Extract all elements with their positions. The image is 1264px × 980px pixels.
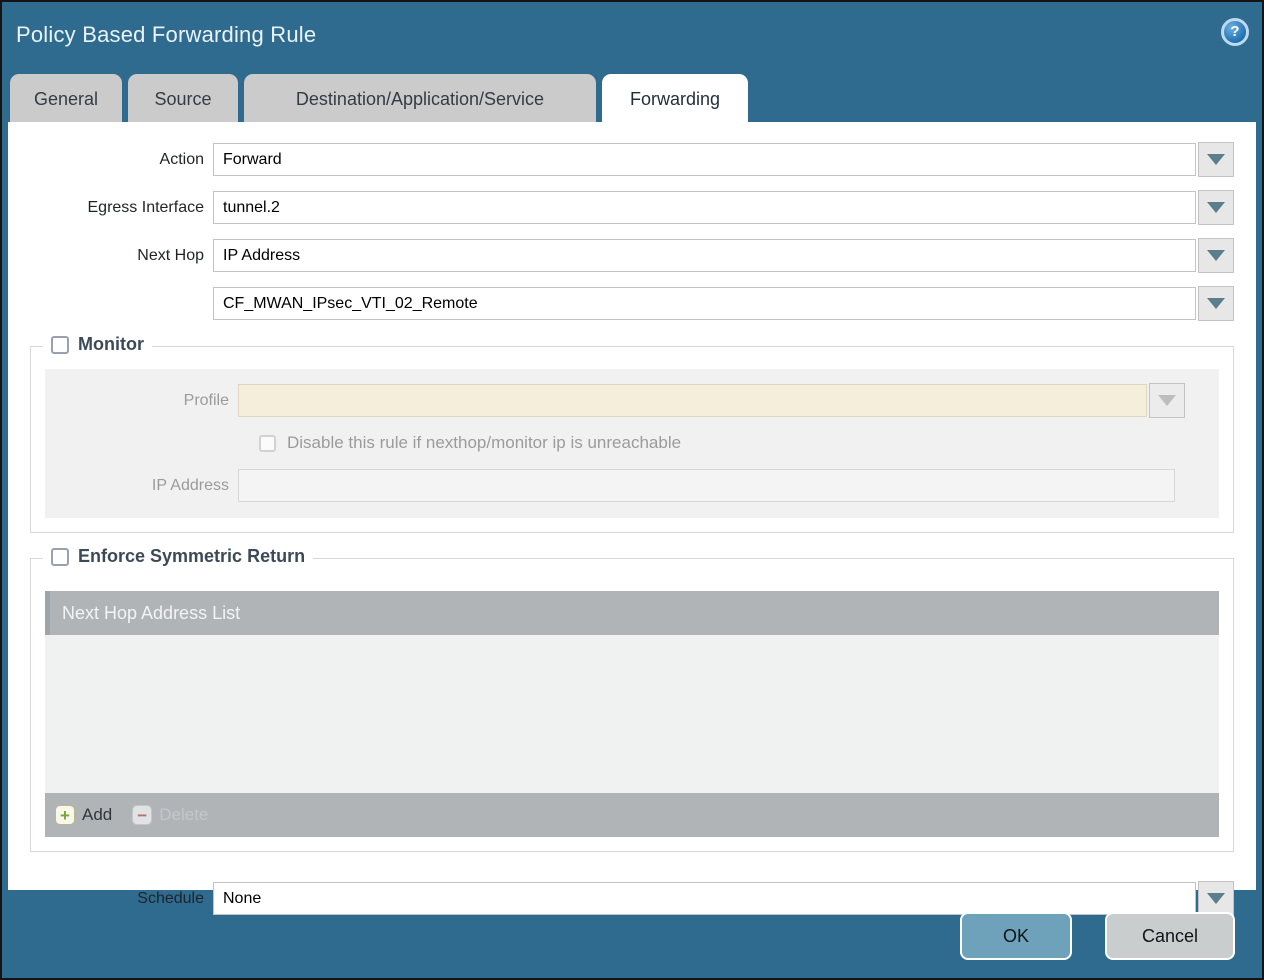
next-hop-address-value: CF_MWAN_IPsec_VTI_02_Remote [223, 295, 478, 313]
policy-based-forwarding-rule-dialog: Policy Based Forwarding Rule ? General S… [0, 0, 1264, 980]
egress-interface-value: tunnel.2 [223, 199, 280, 217]
tab-bar: General Source Destination/Application/S… [2, 74, 1262, 122]
next-hop-address-list-footer: + Add − Delete [45, 793, 1219, 837]
delete-button-label: Delete [159, 805, 208, 825]
action-value: Forward [223, 151, 282, 169]
monitor-panel: Profile Disable this rule if nexthop/mon… [45, 369, 1219, 518]
next-hop-label: Next Hop [8, 247, 213, 265]
monitor-group-title: Monitor [78, 334, 144, 355]
chevron-down-icon [1207, 298, 1225, 309]
profile-select [238, 384, 1147, 417]
title-bar: Policy Based Forwarding Rule ? [2, 2, 1262, 74]
next-hop-address-list-body[interactable] [45, 635, 1219, 793]
chevron-down-icon [1158, 395, 1176, 406]
tab-forwarding[interactable]: Forwarding [602, 74, 748, 122]
next-hop-address-row: CF_MWAN_IPsec_VTI_02_Remote [8, 286, 1234, 321]
action-dropdown-button[interactable] [1198, 142, 1234, 177]
enforce-symmetric-return-checkbox[interactable] [51, 548, 69, 566]
monitor-ip-address-row: IP Address [45, 469, 1185, 502]
next-hop-select[interactable]: IP Address [213, 239, 1196, 272]
next-hop-address-dropdown-button[interactable] [1198, 286, 1234, 321]
next-hop-value: IP Address [223, 247, 300, 265]
next-hop-address-list-header: Next Hop Address List [45, 591, 1219, 635]
tab-destination-application-service[interactable]: Destination/Application/Service [244, 74, 596, 122]
monitor-group: Monitor Profile Disable [30, 346, 1234, 533]
forwarding-tab-panel: Action Forward Egress Interface tunnel.2 [8, 122, 1256, 890]
action-row: Action Forward [8, 142, 1234, 177]
chevron-down-icon [1207, 154, 1225, 165]
dialog-title: Policy Based Forwarding Rule [16, 22, 316, 48]
delete-button: − Delete [132, 805, 208, 825]
next-hop-dropdown-button[interactable] [1198, 238, 1234, 273]
action-select[interactable]: Forward [213, 143, 1196, 176]
next-hop-row: Next Hop IP Address [8, 238, 1234, 273]
plus-icon: + [55, 805, 75, 825]
egress-interface-select[interactable]: tunnel.2 [213, 191, 1196, 224]
minus-icon: − [132, 805, 152, 825]
cancel-button[interactable]: Cancel [1105, 912, 1235, 960]
tab-source[interactable]: Source [128, 74, 238, 122]
enforce-symmetric-return-group: Enforce Symmetric Return Next Hop Addres… [30, 558, 1234, 852]
egress-interface-row: Egress Interface tunnel.2 [8, 190, 1234, 225]
next-hop-address-select[interactable]: CF_MWAN_IPsec_VTI_02_Remote [213, 287, 1196, 320]
profile-row: Profile [45, 383, 1185, 418]
egress-interface-label: Egress Interface [8, 199, 213, 217]
profile-label: Profile [45, 392, 238, 410]
disable-rule-row: Disable this rule if nexthop/monitor ip … [259, 433, 1207, 453]
help-icon[interactable]: ? [1221, 18, 1249, 46]
enforce-symmetric-return-title: Enforce Symmetric Return [78, 546, 305, 567]
add-button[interactable]: + Add [55, 805, 112, 825]
disable-rule-checkbox [259, 435, 276, 452]
egress-interface-dropdown-button[interactable] [1198, 190, 1234, 225]
chevron-down-icon [1207, 202, 1225, 213]
disable-rule-label: Disable this rule if nexthop/monitor ip … [287, 433, 681, 453]
monitor-ip-address-label: IP Address [45, 477, 238, 495]
ok-button[interactable]: OK [960, 912, 1072, 960]
next-hop-address-list-table: Next Hop Address List + Add − Delete [45, 591, 1219, 837]
action-label: Action [8, 151, 213, 169]
profile-dropdown-button [1149, 383, 1185, 418]
monitor-ip-address-input [238, 469, 1175, 502]
monitor-checkbox[interactable] [51, 336, 69, 354]
tab-general[interactable]: General [10, 74, 122, 122]
chevron-down-icon [1207, 250, 1225, 261]
add-button-label: Add [82, 805, 112, 825]
dialog-footer: OK Cancel [2, 886, 1262, 978]
